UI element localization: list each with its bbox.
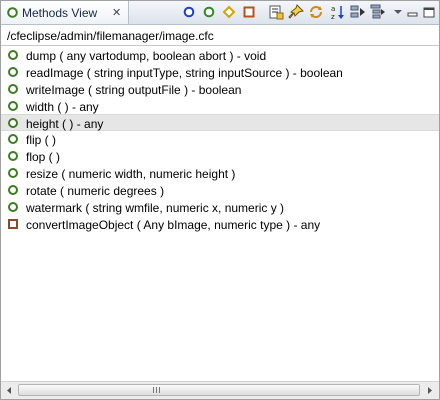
public-method-icon <box>8 50 18 60</box>
horizontal-scrollbar[interactable] <box>1 381 439 399</box>
public-method-icon <box>8 185 18 195</box>
public-method-icon <box>8 202 18 212</box>
public-method-icon <box>8 118 18 128</box>
method-label: readImage ( string inputType, string inp… <box>26 66 343 80</box>
orange-square-icon[interactable] <box>241 4 257 20</box>
chevron-down-icon[interactable] <box>390 4 406 20</box>
scroll-right-icon[interactable] <box>422 382 438 399</box>
public-method-icon <box>8 67 18 77</box>
scroll-left-icon[interactable] <box>1 382 17 399</box>
methods-view-tab[interactable]: Methods View ✕ <box>1 1 129 24</box>
public-method-icon <box>8 168 18 178</box>
methods-view-icon <box>7 7 18 18</box>
method-label: rotate ( numeric degrees ) <box>26 184 165 198</box>
view-title: Methods View <box>22 6 98 20</box>
method-row[interactable]: writeImage ( string outputFile ) - boole… <box>1 81 439 98</box>
private-method-icon <box>8 219 18 229</box>
collapse-icon[interactable] <box>350 4 366 20</box>
insert-icon[interactable] <box>268 4 284 20</box>
refresh-icon[interactable] <box>308 4 324 20</box>
method-row[interactable]: width ( ) - any <box>1 98 439 115</box>
method-row[interactable]: dump ( any vartodump, boolean abort ) - … <box>1 47 439 64</box>
methods-view-window: Methods View ✕ a z /cfeclipse/admin/file… <box>0 0 440 400</box>
method-row-selected[interactable]: height ( ) - any <box>1 114 439 131</box>
method-label: height ( ) - any <box>26 117 104 131</box>
method-row[interactable]: resize ( numeric width, numeric height ) <box>1 165 439 182</box>
method-label: resize ( numeric width, numeric height ) <box>26 167 236 181</box>
public-method-icon <box>8 84 18 94</box>
method-label: watermark ( string wmfile, numeric x, nu… <box>26 201 285 215</box>
expand-icon[interactable] <box>370 4 386 20</box>
minimize-icon[interactable] <box>405 4 421 20</box>
method-row[interactable]: rotate ( numeric degrees ) <box>1 182 439 199</box>
divider <box>1 45 439 46</box>
method-label: writeImage ( string outputFile ) - boole… <box>26 83 242 97</box>
blue-circle-icon[interactable] <box>181 4 197 20</box>
method-row[interactable]: watermark ( string wmfile, numeric x, nu… <box>1 199 439 216</box>
method-label: dump ( any vartodump, boolean abort ) - … <box>26 49 267 63</box>
view-tab-bar: Methods View ✕ a z <box>1 1 439 25</box>
public-method-icon <box>8 151 18 161</box>
close-icon[interactable]: ✕ <box>112 6 121 19</box>
method-label: flip ( ) <box>26 133 56 147</box>
maximize-icon[interactable] <box>421 4 437 20</box>
public-method-icon <box>8 101 18 111</box>
svg-text:z: z <box>331 13 335 20</box>
grip-icon <box>153 387 160 393</box>
method-label: convertImageObject ( Any bImage, numeric… <box>26 218 321 232</box>
pin-icon[interactable] <box>288 4 304 20</box>
method-row[interactable]: flop ( ) <box>1 148 439 165</box>
scrollbar-thumb[interactable] <box>18 384 420 396</box>
method-row[interactable]: flip ( ) <box>1 131 439 148</box>
method-row[interactable]: readImage ( string inputType, string inp… <box>1 64 439 81</box>
method-label: width ( ) - any <box>26 100 99 114</box>
public-method-icon <box>8 134 18 144</box>
svg-text:a: a <box>331 5 335 13</box>
yellow-diamond-icon[interactable] <box>221 4 237 20</box>
file-path-label: /cfeclipse/admin/filemanager/image.cfc <box>7 29 214 43</box>
green-circle-icon[interactable] <box>201 4 217 20</box>
methods-list: dump ( any vartodump, boolean abort ) - … <box>1 47 439 377</box>
method-row[interactable]: convertImageObject ( Any bImage, numeric… <box>1 216 439 233</box>
method-label: flop ( ) <box>26 150 61 164</box>
sort-az-icon[interactable]: a z <box>330 4 346 20</box>
